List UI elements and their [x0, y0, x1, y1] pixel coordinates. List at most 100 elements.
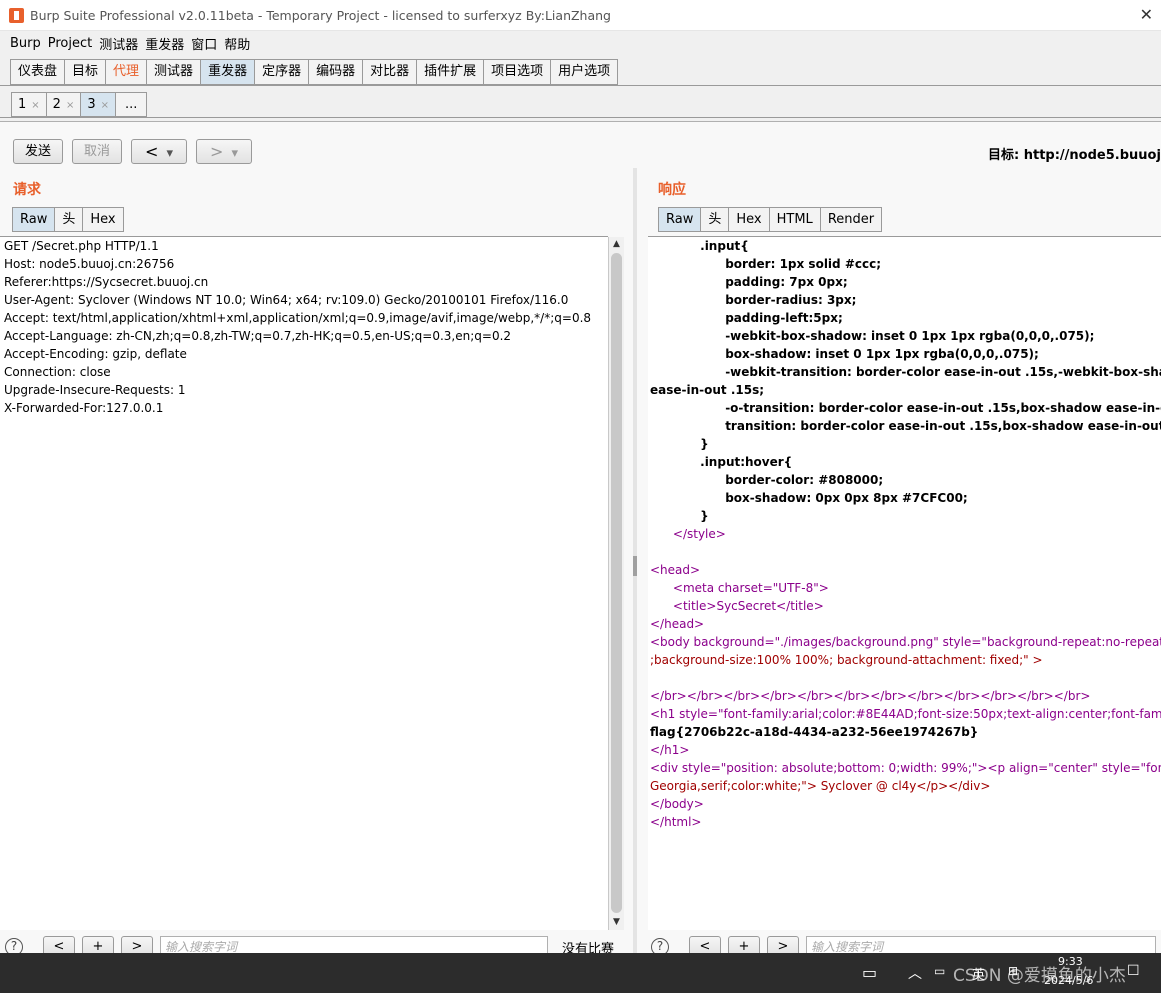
request-line: GET /Secret.php HTTP/1.1	[4, 239, 159, 253]
response-line: }	[650, 509, 709, 523]
tab-intruder[interactable]: 测试器	[146, 59, 201, 85]
request-editor[interactable]: GET /Secret.php HTTP/1.1 Host: node5.buu…	[0, 236, 608, 930]
repeater-tab-new[interactable]: ...	[115, 92, 148, 117]
burp-logo-icon	[9, 7, 24, 23]
close-icon[interactable]: ×	[31, 100, 39, 111]
tab-dashboard[interactable]: 仪表盘	[10, 59, 65, 85]
tab-proxy[interactable]: 代理	[105, 59, 147, 85]
request-scrollbar[interactable]: ▲ ▼	[608, 237, 624, 930]
response-line: -webkit-transition: border-color ease-in…	[650, 365, 1161, 379]
scroll-up-icon[interactable]: ▲	[609, 237, 624, 252]
tab-target[interactable]: 目标	[64, 59, 106, 85]
repeater-tab-3[interactable]: 3 ×	[80, 92, 116, 117]
response-line: ease-in-out .15s;	[650, 383, 765, 397]
tab-html[interactable]: HTML	[768, 207, 820, 232]
csdn-watermark: CSDN @爱摸鱼的小杰	[953, 966, 1126, 986]
response-line: ;background-size:100% 100%; background-a…	[650, 653, 1043, 667]
menu-bar: Burp Project 测试器 重发器 窗口 帮助	[0, 31, 1161, 56]
request-heading: 请求	[13, 182, 41, 198]
window-title: Burp Suite Professional v2.0.11beta - Te…	[30, 7, 611, 23]
repeater-tab-1[interactable]: 1 ×	[11, 92, 46, 117]
response-line: <div style="position: absolute;bottom: 0…	[650, 761, 1161, 775]
tab-hex[interactable]: Hex	[728, 207, 769, 232]
menu-help[interactable]: 帮助	[224, 34, 250, 53]
response-line: .input{	[650, 239, 749, 253]
response-line: <h1 style="font-family:arial;color:#8E44…	[650, 707, 1161, 721]
close-icon[interactable]: ✕	[1140, 5, 1153, 24]
request-line: Connection: close	[4, 365, 111, 379]
chevron-left-icon: <	[144, 142, 159, 161]
menu-project[interactable]: Project	[48, 36, 92, 51]
tab-label: ...	[125, 97, 138, 112]
notification-icon[interactable]: ☐	[1127, 963, 1140, 979]
tab-label: 3	[87, 97, 96, 112]
scroll-down-icon[interactable]: ▼	[609, 915, 624, 930]
taskbar: ▭ ︿ ▭ 英 ⊞ 9:33 2024/5/6 CSDN @爱摸鱼的小杰 ☐	[0, 953, 1161, 993]
response-line: border-radius: 3px;	[650, 293, 857, 307]
request-line: User-Agent: Syclover (Windows NT 10.0; W…	[4, 293, 569, 307]
repeater-tab-2[interactable]: 2 ×	[45, 92, 81, 117]
response-editor[interactable]: .input{ border: 1px solid #ccc; padding:…	[648, 236, 1161, 930]
tab-repeater[interactable]: 重发器	[200, 59, 255, 85]
tab-extender[interactable]: 插件扩展	[416, 59, 484, 85]
tab-raw[interactable]: Raw	[12, 207, 55, 232]
response-line: </body>	[650, 797, 704, 811]
response-line: padding-left:5px;	[650, 311, 843, 325]
menu-intruder[interactable]: 测试器	[99, 34, 138, 53]
tab-label: 1	[18, 97, 27, 112]
tab-headers[interactable]: 头	[700, 207, 729, 232]
forward-button[interactable]: > ▾	[196, 139, 252, 164]
repeater-tabs: 1 × 2 × 3 × ...	[11, 92, 148, 117]
request-line: X-Forwarded-For:127.0.0.1	[4, 401, 164, 415]
tab-project-options[interactable]: 项目选项	[483, 59, 551, 85]
tab-raw[interactable]: Raw	[658, 207, 701, 232]
response-line: Georgia,serif;color:white;"> Syclover @ …	[650, 779, 991, 793]
tab-sequencer[interactable]: 定序器	[254, 59, 309, 85]
response-line: <head>	[650, 563, 701, 577]
divider	[0, 117, 1161, 118]
close-icon[interactable]: ×	[66, 100, 74, 111]
response-view-tabs: Raw 头 Hex HTML Render	[658, 207, 883, 232]
response-heading: 响应	[658, 182, 686, 198]
taskbar-view-icon[interactable]: ▭	[862, 963, 877, 982]
target-label[interactable]: 目标: http://node5.buuoj.cn:	[988, 144, 1161, 163]
menu-window[interactable]: 窗口	[191, 34, 217, 53]
response-line: </h1>	[650, 743, 690, 757]
cancel-button[interactable]: 取消	[72, 139, 122, 164]
title-bar: Burp Suite Professional v2.0.11beta - Te…	[0, 0, 1161, 31]
main-tabs: 仪表盘 目标 代理 测试器 重发器 定序器 编码器 对比器 插件扩展 项目选项 …	[10, 59, 619, 85]
request-line: Upgrade-Insecure-Requests: 1	[4, 383, 186, 397]
response-line: padding: 7px 0px;	[650, 275, 848, 289]
tab-user-options[interactable]: 用户选项	[550, 59, 619, 85]
response-line: </br></br></br></br></br></br></br></br>…	[650, 689, 1091, 703]
response-line: <body background="./images/background.pn…	[650, 635, 1161, 649]
menu-repeater[interactable]: 重发器	[145, 34, 184, 53]
divider	[0, 85, 1161, 86]
tab-decoder[interactable]: 编码器	[308, 59, 363, 85]
tab-headers[interactable]: 头	[54, 207, 83, 232]
menu-burp[interactable]: Burp	[10, 36, 41, 51]
back-button[interactable]: < ▾	[131, 139, 187, 164]
scrollbar-thumb[interactable]	[611, 253, 622, 913]
response-line: -o-transition: border-color ease-in-out …	[650, 401, 1161, 415]
response-line: </style>	[650, 527, 726, 541]
network-icon[interactable]: ▭	[934, 964, 945, 978]
response-line: transition: border-color ease-in-out .15…	[650, 419, 1161, 433]
response-line: </head>	[650, 617, 705, 631]
send-button[interactable]: 发送	[13, 139, 63, 164]
response-line: border: 1px solid #ccc;	[650, 257, 882, 271]
response-line	[650, 543, 1161, 561]
chevron-up-icon[interactable]: ︿	[908, 963, 922, 983]
tab-render[interactable]: Render	[819, 207, 883, 232]
response-line: box-shadow: 0px 0px 8px #7CFC00;	[650, 491, 968, 505]
response-line: <meta charset="UTF-8">	[650, 581, 829, 595]
tab-hex[interactable]: Hex	[82, 207, 124, 232]
splitter-grip[interactable]	[633, 556, 637, 576]
chevron-down-icon: ▾	[231, 146, 239, 161]
tab-comparer[interactable]: 对比器	[362, 59, 417, 85]
request-line: Accept-Language: zh-CN,zh;q=0.8,zh-TW;q=…	[4, 329, 512, 343]
close-icon[interactable]: ×	[101, 100, 109, 111]
request-line: Accept-Encoding: gzip, deflate	[4, 347, 187, 361]
pane-splitter[interactable]	[633, 168, 637, 953]
request-view-tabs: Raw 头 Hex	[12, 207, 124, 232]
